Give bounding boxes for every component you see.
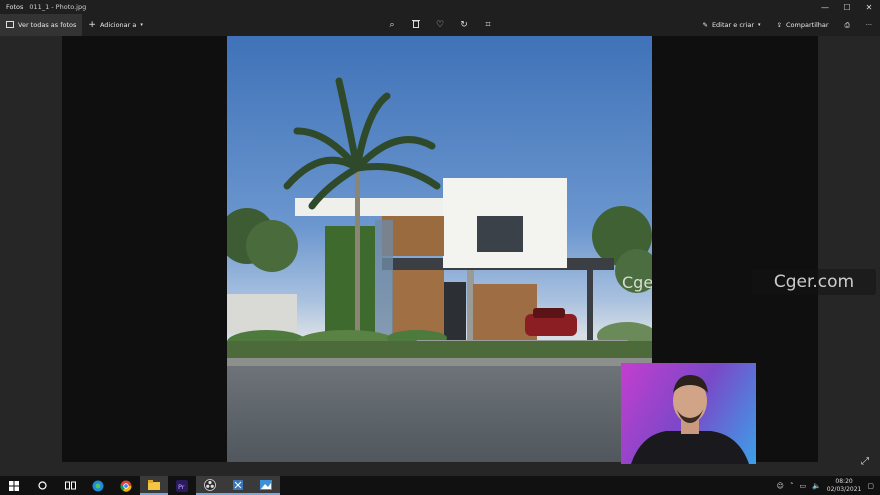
zoom-icon[interactable]: ⌕ — [386, 20, 398, 30]
network-icon[interactable]: ▭ — [799, 482, 806, 490]
minimize-button[interactable]: — — [814, 0, 836, 14]
clock-time: 08:20 — [835, 477, 853, 485]
webcam-overlay — [621, 363, 756, 464]
edit-icon: ✎ — [702, 21, 708, 29]
obs-icon[interactable] — [196, 476, 224, 495]
view-all-photos-button[interactable]: Ver todas as fotos — [0, 14, 83, 36]
show-hidden-icons-icon[interactable]: ˄ — [790, 482, 794, 490]
fullscreen-button[interactable]: ⤢ — [858, 456, 872, 470]
taskbar: Pr ☺ ˄ ▭ 🔈 08:20 02/03/2021 ▢ — [0, 476, 880, 495]
photos-icon[interactable] — [252, 476, 280, 495]
share-icon: ⇪ — [776, 21, 783, 29]
toolbar: Ver todas as fotos + Adicionar a ▾ ⌕ ♡ ↻… — [0, 14, 880, 36]
windows-start-icon[interactable] — [0, 476, 28, 495]
more-icon: ··· — [865, 21, 872, 29]
print-button[interactable]: ⎙ — [837, 14, 858, 36]
edit-create-label: Editar e criar — [711, 21, 755, 29]
more-options-button[interactable]: ··· — [858, 14, 880, 36]
edge-icon[interactable] — [84, 476, 112, 495]
chrome-icon[interactable] — [112, 476, 140, 495]
maximize-button[interactable]: ☐ — [836, 0, 858, 14]
rotate-icon[interactable]: ↻ — [458, 20, 470, 30]
svg-text:Pr: Pr — [178, 483, 185, 491]
title-bar: Fotos 011_1 - Photo.jpg — ☐ ✕ — [0, 0, 880, 14]
overlay-watermark: Cger.com — [752, 269, 876, 295]
file-name: 011_1 - Photo.jpg — [29, 3, 87, 11]
volume-icon[interactable]: 🔈 — [812, 482, 821, 490]
heart-icon[interactable]: ♡ — [434, 20, 446, 30]
photo-viewer: Cger.com Cger.com ⤢ — [0, 36, 880, 476]
photos-collection-icon — [6, 20, 14, 30]
photo-watermark: Cger.com — [622, 273, 652, 292]
edit-create-button[interactable]: ✎ Editar e criar ▾ — [695, 14, 769, 36]
chevron-down-icon: ▾ — [758, 22, 761, 28]
snipping-tool-icon[interactable] — [224, 476, 252, 495]
cortana-icon[interactable] — [28, 476, 56, 495]
add-to-button[interactable]: + Adicionar a ▾ — [82, 14, 149, 36]
premiere-pro-icon[interactable]: Pr — [168, 476, 196, 495]
view-all-label: Ver todas as fotos — [18, 21, 77, 29]
window-controls: — ☐ ✕ — [814, 0, 880, 14]
chevron-down-icon: ▾ — [140, 22, 143, 28]
clock[interactable]: 08:20 02/03/2021 — [827, 478, 862, 494]
presenter-silhouette — [631, 375, 749, 464]
plus-icon: + — [88, 20, 96, 30]
street — [227, 366, 652, 462]
crop-icon[interactable]: ⌗ — [482, 20, 494, 30]
system-tray: ☺ ˄ ▭ 🔈 08:20 02/03/2021 ▢ — [777, 476, 880, 495]
app-name: Fotos — [6, 3, 24, 11]
notifications-icon[interactable]: ▢ — [867, 482, 874, 490]
close-button[interactable]: ✕ — [858, 0, 880, 14]
house-photo[interactable]: Cger.com — [227, 36, 652, 462]
file-explorer-icon[interactable] — [140, 476, 168, 495]
share-button[interactable]: ⇪ Compartilhar — [769, 14, 837, 36]
people-icon[interactable]: ☺ — [777, 482, 784, 490]
printer-icon: ⎙ — [844, 20, 850, 29]
add-to-label: Adicionar a — [99, 21, 137, 29]
share-label: Compartilhar — [786, 21, 829, 29]
trash-icon[interactable] — [410, 19, 422, 31]
clock-date: 02/03/2021 — [826, 485, 862, 493]
task-view-icon[interactable] — [56, 476, 84, 495]
